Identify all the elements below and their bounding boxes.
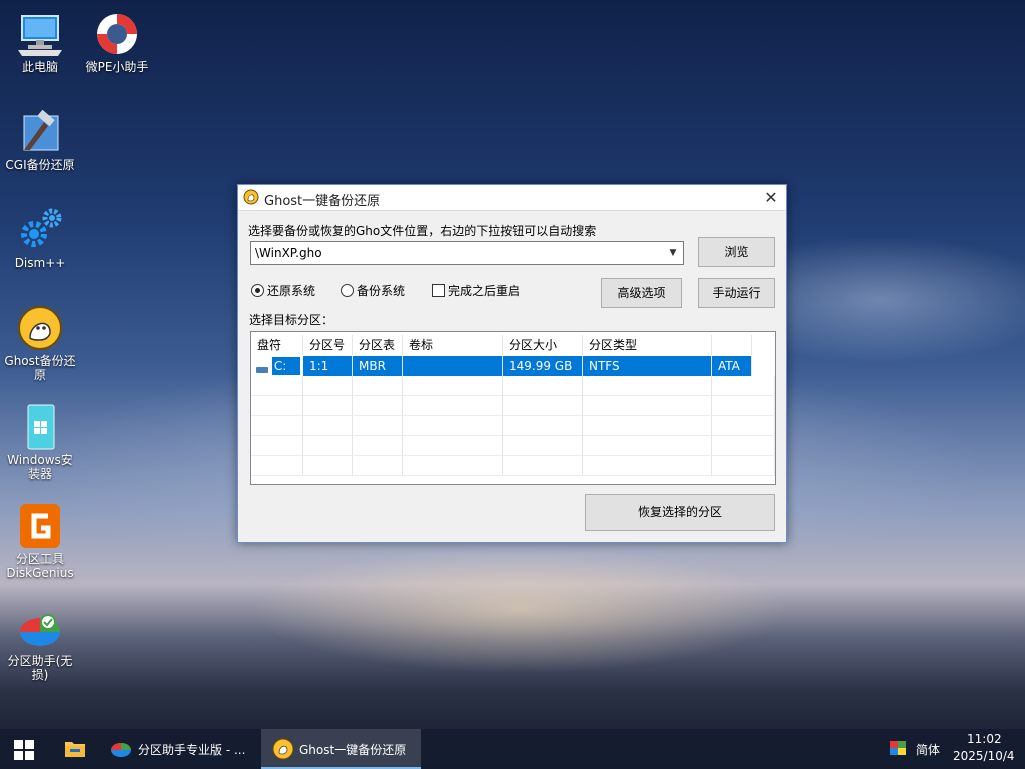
partition-assistant-icon <box>110 739 132 762</box>
volume-label-cell <box>403 356 503 376</box>
checkbox-unchecked-icon <box>432 284 445 297</box>
filesystem-cell: NTFS <box>583 356 712 376</box>
table-row-empty <box>251 416 775 436</box>
desktop-icon-ghost[interactable]: Ghost备份还原 <box>0 304 80 382</box>
clock-date: 2025/10/4 <box>953 749 1015 763</box>
taskbar-file-explorer[interactable] <box>52 729 98 769</box>
radio-checked-icon <box>251 284 264 297</box>
desktop-icon-label: Ghost备份还原 <box>4 354 76 382</box>
desktop-icon-windows-installer[interactable]: Windows安装器 <box>0 403 80 481</box>
reboot-checkbox[interactable]: 完成之后重启 <box>432 282 520 299</box>
manual-run-label: 手动运行 <box>712 286 761 300</box>
ghost-icon <box>16 304 64 352</box>
target-partition-label: 选择目标分区： <box>249 313 334 327</box>
instruction-label: 选择要备份或恢复的Gho文件位置，右边的下拉按钮可以自动搜索 <box>248 224 597 238</box>
gears-icon <box>16 206 64 254</box>
desktop-icon-label: 微PE小助手 <box>85 60 149 74</box>
desktop-icon-diskgenius[interactable]: 分区工具DiskGenius <box>0 502 80 580</box>
close-button[interactable]: ✕ <box>756 185 786 210</box>
column-header[interactable]: 分区大小 <box>503 335 583 355</box>
advanced-options-button[interactable]: 高级选项 <box>601 278 682 308</box>
ime-indicator[interactable]: 简体 <box>913 729 945 769</box>
partition-number-cell: 1:1 <box>303 356 353 376</box>
radio-restore-system[interactable]: 还原系统 <box>251 282 315 299</box>
taskbar-item-label: Ghost一键备份还原 <box>299 743 407 757</box>
close-icon: ✕ <box>764 188 778 207</box>
column-header[interactable] <box>712 335 752 355</box>
bus-type-cell: ATA <box>712 356 752 376</box>
ghost-icon <box>272 738 294 763</box>
tray-color-icon[interactable] <box>884 729 912 769</box>
browse-label: 浏览 <box>724 245 749 259</box>
column-header[interactable]: 分区类型 <box>583 335 712 355</box>
computer-icon <box>16 10 64 58</box>
desktop-icon-cgi-backup[interactable]: CGI备份还原 <box>0 108 80 172</box>
installer-box-icon <box>16 403 64 451</box>
desktop-icon-this-pc[interactable]: 此电脑 <box>0 10 80 74</box>
column-header[interactable]: 分区号 <box>303 335 353 355</box>
start-button[interactable] <box>0 729 48 769</box>
partition-table[interactable]: 盘符 分区号 分区表 卷标 分区大小 分区类型 C: 1:1 MBR 149.9… <box>250 331 776 485</box>
drive-letter: C: <box>271 357 301 375</box>
column-header[interactable]: 盘符 <box>251 335 303 355</box>
table-row-empty <box>251 456 775 476</box>
gho-path-value: \WinXP.gho <box>255 246 322 260</box>
drive-cell: C: <box>251 356 303 376</box>
chevron-down-icon[interactable]: ▼ <box>665 243 681 263</box>
desktop-icon-label: 分区工具DiskGenius <box>6 552 74 580</box>
restore-partition-button[interactable]: 恢复选择的分区 <box>585 494 775 531</box>
table-row-empty <box>251 396 775 416</box>
desktop-icon-dism[interactable]: Dism++ <box>0 206 80 270</box>
dialog-title: Ghost一键备份还原 <box>264 194 381 209</box>
desktop-icon-label: 此电脑 <box>21 60 58 74</box>
browse-button[interactable]: 浏览 <box>698 237 775 267</box>
dialog-titlebar[interactable]: Ghost一键备份还原 ✕ <box>238 185 786 211</box>
diskgenius-icon <box>16 502 64 550</box>
taskbar-ghost[interactable]: Ghost一键备份还原 <box>261 729 421 769</box>
ghost-backup-dialog: Ghost一键备份还原 ✕ 选择要备份或恢复的Gho文件位置，右边的下拉按钮可以… <box>237 184 787 543</box>
windows-logo-icon <box>14 740 34 763</box>
table-row[interactable]: C: 1:1 MBR 149.99 GB NTFS ATA <box>251 356 775 376</box>
radio-unchecked-icon <box>341 284 354 297</box>
manual-run-button[interactable]: 手动运行 <box>698 278 775 308</box>
column-header[interactable]: 分区表 <box>353 335 403 355</box>
lifebuoy-icon <box>93 10 141 58</box>
radio-backup-system[interactable]: 备份系统 <box>341 282 405 299</box>
table-row-empty <box>251 376 775 396</box>
desktop-icon-label: CGI备份还原 <box>5 158 75 172</box>
clock[interactable]: 11:02 2025/10/4 <box>950 729 1020 769</box>
table-row-empty <box>251 436 775 456</box>
drive-icon <box>256 367 268 373</box>
folder-icon <box>64 739 86 762</box>
desktop-icon-label: Windows安装器 <box>7 453 73 481</box>
display-color-icon <box>890 741 906 758</box>
taskbar-partition-assistant[interactable]: 分区助手专业版 - ... <box>102 729 257 769</box>
desktop-icon-pe-helper[interactable]: 微PE小助手 <box>77 10 157 74</box>
partition-table-cell: MBR <box>353 356 403 376</box>
column-header[interactable]: 卷标 <box>403 335 503 355</box>
desktop-icon-partition-assistant[interactable]: 分区助手(无损) <box>0 604 80 682</box>
restore-partition-label: 恢复选择的分区 <box>637 505 722 519</box>
desktop-icon-label: 分区助手(无损) <box>7 654 73 682</box>
partition-size-cell: 149.99 GB <box>503 356 583 376</box>
reboot-label: 完成之后重启 <box>448 284 521 298</box>
taskbar: 分区助手专业版 - ... Ghost一键备份还原 简体 11:02 2025/… <box>0 729 1025 769</box>
radio-restore-label: 还原系统 <box>267 284 316 298</box>
table-header-row: 盘符 分区号 分区表 卷标 分区大小 分区类型 <box>251 335 775 355</box>
hammer-icon <box>16 108 64 156</box>
clock-time: 11:02 <box>967 732 1002 746</box>
partition-assistant-icon <box>16 604 64 652</box>
advanced-options-label: 高级选项 <box>617 286 666 300</box>
radio-backup-label: 备份系统 <box>357 284 406 298</box>
ghost-icon <box>243 189 259 208</box>
taskbar-item-label: 分区助手专业版 - ... <box>138 743 246 757</box>
ime-label: 简体 <box>916 743 941 757</box>
desktop-icon-label: Dism++ <box>14 256 66 270</box>
gho-path-combobox[interactable]: \WinXP.gho ▼ <box>250 241 684 265</box>
